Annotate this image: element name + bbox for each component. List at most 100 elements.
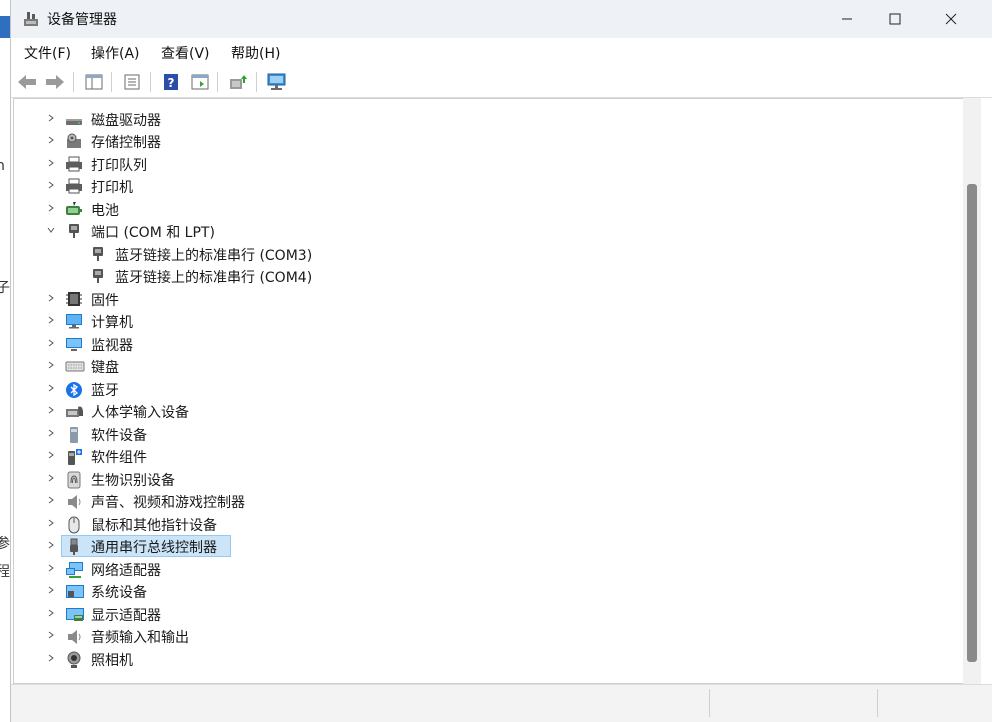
- tree-item-com4[interactable]: 蓝牙链接上的标准串行 (COM4): [14, 265, 954, 287]
- tree-item-label: 鼠标和其他指针设备: [91, 518, 217, 534]
- tree-item-cameras[interactable]: 照相机: [14, 648, 954, 670]
- tree-item-print-queues[interactable]: 打印队列: [14, 153, 954, 175]
- chevron-right-icon[interactable]: [45, 652, 57, 664]
- title-bar[interactable]: 设备管理器: [11, 0, 992, 38]
- tree-item-sound-video-game[interactable]: 声音、视频和游戏控制器: [14, 490, 954, 512]
- usb-icon: [65, 538, 83, 555]
- tree-item-printers[interactable]: 打印机: [14, 175, 954, 197]
- help-button[interactable]: ?: [160, 71, 182, 93]
- system-device-icon: [65, 583, 84, 599]
- tree-item-label: 音频输入和输出: [91, 630, 189, 646]
- chevron-right-icon[interactable]: [45, 517, 57, 529]
- display-adapter-icon: [65, 606, 84, 622]
- properties-icon: [124, 74, 140, 90]
- show-hide-tree-icon: [85, 74, 103, 90]
- printer-icon: [65, 178, 83, 194]
- tree-item-com3[interactable]: 蓝牙链接上的标准串行 (COM3): [14, 243, 954, 265]
- tree-item-label: 计算机: [91, 315, 133, 331]
- show-hide-tree-button[interactable]: [83, 71, 105, 93]
- mouse-icon: [65, 516, 83, 534]
- tree-item-bluetooth[interactable]: 蓝牙: [14, 378, 954, 400]
- properties-button[interactable]: [121, 71, 143, 93]
- chevron-right-icon[interactable]: [45, 202, 57, 214]
- tree-item-audio-io[interactable]: 音频输入和输出: [14, 625, 954, 647]
- chevron-right-icon[interactable]: [45, 472, 57, 484]
- background-text-fragment: n: [0, 158, 5, 174]
- tree-item-usb-controllers[interactable]: 通用串行总线控制器: [14, 535, 954, 557]
- menu-file[interactable]: 文件(F): [24, 43, 71, 63]
- tree-item-label: 电池: [91, 203, 119, 219]
- back-button[interactable]: [16, 71, 38, 93]
- tree-item-display-adapters[interactable]: 显示适配器: [14, 603, 954, 625]
- close-icon: [945, 13, 957, 25]
- tree-item-label: 通用串行总线控制器: [91, 540, 217, 556]
- camera-icon: [65, 651, 83, 668]
- tree-item-firmware[interactable]: 固件: [14, 288, 954, 310]
- tree-item-software-components[interactable]: 软件组件: [14, 445, 954, 467]
- tree-item-software-devices[interactable]: 软件设备: [14, 423, 954, 445]
- tree-item-label: 网络适配器: [91, 563, 161, 579]
- scan-hardware-button[interactable]: [266, 71, 288, 93]
- device-manager-window: 设备管理器 文件(F) 操作(A) 查看(V) 帮助(H) ? 磁盘驱动器 存储…: [10, 0, 992, 722]
- maximize-button[interactable]: [872, 0, 918, 38]
- tree-item-label: 声音、视频和游戏控制器: [91, 495, 245, 511]
- close-button[interactable]: [928, 0, 974, 38]
- chevron-right-icon[interactable]: [45, 157, 57, 169]
- chevron-right-icon[interactable]: [45, 292, 57, 304]
- battery-icon: [65, 201, 83, 217]
- tree-item-batteries[interactable]: 电池: [14, 198, 954, 220]
- tree-item-label: 蓝牙链接上的标准串行 (COM3): [115, 248, 313, 264]
- tree-item-storage-controllers[interactable]: 存储控制器: [14, 130, 954, 152]
- chevron-right-icon[interactable]: [45, 584, 57, 596]
- tree-item-label: 磁盘驱动器: [91, 113, 161, 129]
- toolbar-separator: [217, 72, 218, 92]
- menu-action[interactable]: 操作(A): [91, 43, 140, 63]
- tree-item-label: 打印机: [91, 180, 133, 196]
- keyboard-icon: [65, 358, 85, 374]
- monitor-icon: [65, 336, 83, 352]
- window-title: 设备管理器: [47, 12, 117, 28]
- chevron-right-icon[interactable]: [45, 134, 57, 146]
- tree-item-monitors[interactable]: 监视器: [14, 333, 954, 355]
- back-arrow-icon: [18, 75, 36, 89]
- chevron-right-icon[interactable]: [45, 562, 57, 574]
- menu-view[interactable]: 查看(V): [161, 43, 210, 63]
- toolbar-separator: [256, 72, 257, 92]
- tree-item-network-adapters[interactable]: 网络适配器: [14, 558, 954, 580]
- chevron-down-icon[interactable]: [45, 224, 57, 236]
- chevron-right-icon[interactable]: [45, 337, 57, 349]
- device-manager-icon: [23, 11, 39, 27]
- forward-button[interactable]: [44, 71, 66, 93]
- scrollbar-thumb[interactable]: [967, 184, 977, 662]
- menu-help[interactable]: 帮助(H): [231, 43, 280, 63]
- tree-item-mice[interactable]: 鼠标和其他指针设备: [14, 513, 954, 535]
- run-button[interactable]: [189, 71, 211, 93]
- chevron-right-icon[interactable]: [45, 494, 57, 506]
- chevron-right-icon[interactable]: [45, 359, 57, 371]
- chevron-right-icon[interactable]: [45, 607, 57, 619]
- software-component-icon: [65, 448, 83, 465]
- chevron-right-icon[interactable]: [45, 449, 57, 461]
- chevron-right-icon[interactable]: [45, 629, 57, 641]
- chevron-right-icon[interactable]: [45, 314, 57, 326]
- chevron-right-icon[interactable]: [45, 404, 57, 416]
- tree-item-label: 端口 (COM 和 LPT): [91, 225, 215, 241]
- minimize-button[interactable]: [824, 0, 870, 38]
- chevron-right-icon[interactable]: [45, 382, 57, 394]
- tree-item-biometric[interactable]: 生物识别设备: [14, 468, 954, 490]
- chevron-right-icon[interactable]: [45, 427, 57, 439]
- tree-item-label: 人体学输入设备: [91, 405, 189, 421]
- tree-item-system-devices[interactable]: 系统设备: [14, 580, 954, 602]
- tree-item-label: 软件组件: [91, 450, 147, 466]
- tree-item-disk-drives[interactable]: 磁盘驱动器: [14, 108, 954, 130]
- update-driver-button[interactable]: [227, 71, 249, 93]
- device-tree[interactable]: 磁盘驱动器 存储控制器 打印队列 打印机 电池 端口 (COM 和 LPT) 蓝…: [13, 98, 981, 684]
- speaker-icon: [65, 493, 83, 509]
- tree-item-computer[interactable]: 计算机: [14, 310, 954, 332]
- chevron-right-icon[interactable]: [45, 112, 57, 124]
- chevron-right-icon[interactable]: [45, 539, 57, 551]
- tree-item-ports[interactable]: 端口 (COM 和 LPT): [14, 220, 954, 242]
- chevron-right-icon[interactable]: [45, 179, 57, 191]
- tree-item-keyboards[interactable]: 键盘: [14, 355, 954, 377]
- tree-item-hid[interactable]: 人体学输入设备: [14, 400, 954, 422]
